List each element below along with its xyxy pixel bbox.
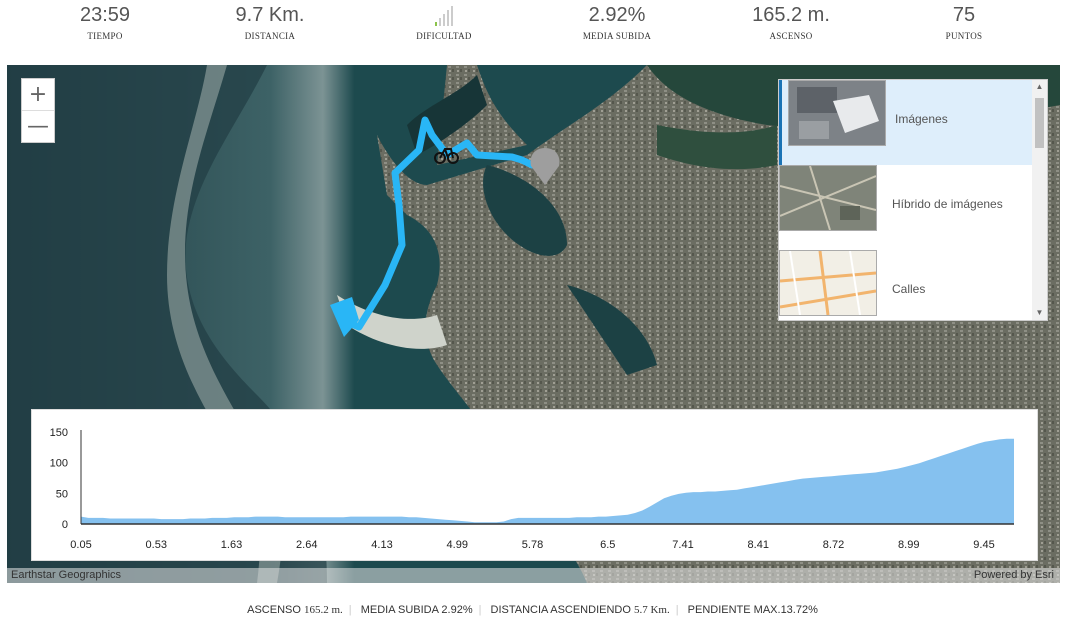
- footer-ascenso-value: 165.2 m.: [303, 604, 343, 616]
- stat-media-subida: 2.92% MEDIA SUBIDA: [547, 2, 687, 41]
- stat-dificultad: DIFICULTAD: [374, 2, 514, 41]
- stat-value: 75: [952, 4, 976, 26]
- x-tick-label: 4.13: [371, 539, 392, 551]
- x-tick-label: 8.99: [898, 539, 919, 551]
- x-tick-label: 6.5: [600, 539, 615, 551]
- stat-label: ASCENSO: [769, 31, 813, 41]
- stat-label: DISTANCIA: [244, 31, 296, 41]
- location-pin-icon: [530, 148, 560, 185]
- basemap-gallery: Imágenes Híbrido de imágenes Calles ▲ ▼: [778, 79, 1048, 321]
- difficulty-bar: [451, 6, 453, 26]
- stats-bar: 23:59 TIEMPO 9.7 Km. DISTANCIA DIFICULTA…: [0, 0, 1065, 60]
- map-attribution: Earthstar Geographics Powered by Esri: [7, 568, 1060, 583]
- difficulty-bars-icon: [374, 2, 514, 28]
- basemap-label: Calles: [892, 282, 926, 296]
- imagery-thumbnail: [788, 80, 886, 146]
- x-tick-label: 0.05: [70, 539, 91, 551]
- y-tick-label: 50: [56, 488, 68, 500]
- footer-distancia-label: DISTANCIA ASCENDIENDO: [490, 604, 631, 616]
- powered-by-esri[interactable]: Powered by Esri: [974, 569, 1054, 581]
- x-tick-label: 8.41: [748, 539, 769, 551]
- stat-tiempo: 23:59 TIEMPO: [35, 2, 175, 41]
- x-tick-label: 0.53: [146, 539, 167, 551]
- y-tick-label: 100: [50, 458, 68, 470]
- footer-pendiente-label: PENDIENTE MAX.: [687, 604, 781, 616]
- difficulty-bar: [439, 18, 441, 26]
- difficulty-bar: [443, 14, 445, 26]
- bicycle-icon: [434, 148, 459, 164]
- summary-footer: ASCENSO 165.2 m. | MEDIA SUBIDA 2.92% | DI…: [247, 604, 818, 616]
- zoom-out-button[interactable]: —: [22, 110, 54, 142]
- difficulty-bar: [447, 10, 449, 26]
- x-tick-label: 5.78: [522, 539, 543, 551]
- footer-distancia-value: 5.7 Km.: [633, 604, 670, 616]
- elevation-area: [81, 438, 1014, 524]
- y-tick-label: 150: [50, 427, 68, 439]
- zoom-in-button[interactable]: +: [22, 79, 54, 110]
- stat-puntos: 75 PUNTOS: [894, 2, 1034, 41]
- stat-label: DIFICULTAD: [416, 31, 472, 41]
- footer-ascenso-label: ASCENSO: [247, 604, 301, 616]
- stat-value: 165.2 m.: [752, 4, 830, 26]
- scrollbar-thumb[interactable]: [1035, 98, 1044, 148]
- stat-label: TIEMPO: [87, 31, 123, 41]
- gallery-scrollbar[interactable]: ▲ ▼: [1032, 80, 1047, 320]
- basemap-item-hibrido[interactable]: Híbrido de imágenes: [779, 165, 1047, 250]
- hybrid-thumbnail: [779, 165, 877, 231]
- attribution-source: Earthstar Geographics: [11, 569, 122, 581]
- zoom-control: + —: [21, 78, 55, 143]
- stat-distancia: 9.7 Km. DISTANCIA: [200, 2, 340, 41]
- x-tick-label: 4.99: [447, 539, 468, 551]
- stat-label: PUNTOS: [945, 31, 983, 41]
- streets-thumbnail: [779, 250, 877, 316]
- stat-value: 9.7 Km.: [235, 4, 305, 26]
- elevation-profile: 0 50 100 150 0.05 0.53 1.63 2.64 4.13 4.99 5.78 6.…: [31, 409, 1038, 561]
- elevation-chart: 0 50 100 150 0.05 0.53 1.63 2.64 4.13 4.99 5.78 6.…: [50, 427, 1014, 551]
- basemap-item-imagenes[interactable]: Imágenes: [779, 80, 1047, 165]
- difficulty-bar: [435, 22, 437, 26]
- map-view[interactable]: + — Imágenes Híbrido de imágenes Calles …: [7, 65, 1060, 583]
- x-tick-label: 2.64: [296, 539, 317, 551]
- basemap-item-calles[interactable]: Calles: [779, 250, 1047, 320]
- stat-value: 2.92%: [588, 4, 646, 26]
- x-tick-label: 1.63: [221, 539, 242, 551]
- x-tick-label: 8.72: [823, 539, 844, 551]
- footer-pendiente-value: 13.72%: [780, 604, 818, 616]
- y-tick-label: 0: [62, 519, 68, 531]
- footer-media-value: 2.92%: [441, 604, 473, 616]
- scroll-down-icon[interactable]: ▼: [1032, 306, 1047, 320]
- basemap-label: Imágenes: [895, 112, 948, 126]
- basemap-label: Híbrido de imágenes: [892, 197, 1003, 211]
- x-tick-label: 7.41: [672, 539, 693, 551]
- scroll-up-icon[interactable]: ▲: [1032, 80, 1047, 94]
- x-tick-label: 9.45: [973, 539, 994, 551]
- stat-ascenso: 165.2 m. ASCENSO: [721, 2, 861, 41]
- footer-media-label: MEDIA SUBIDA: [360, 604, 439, 616]
- stat-label: MEDIA SUBIDA: [582, 31, 652, 41]
- stat-value: 23:59: [79, 4, 131, 26]
